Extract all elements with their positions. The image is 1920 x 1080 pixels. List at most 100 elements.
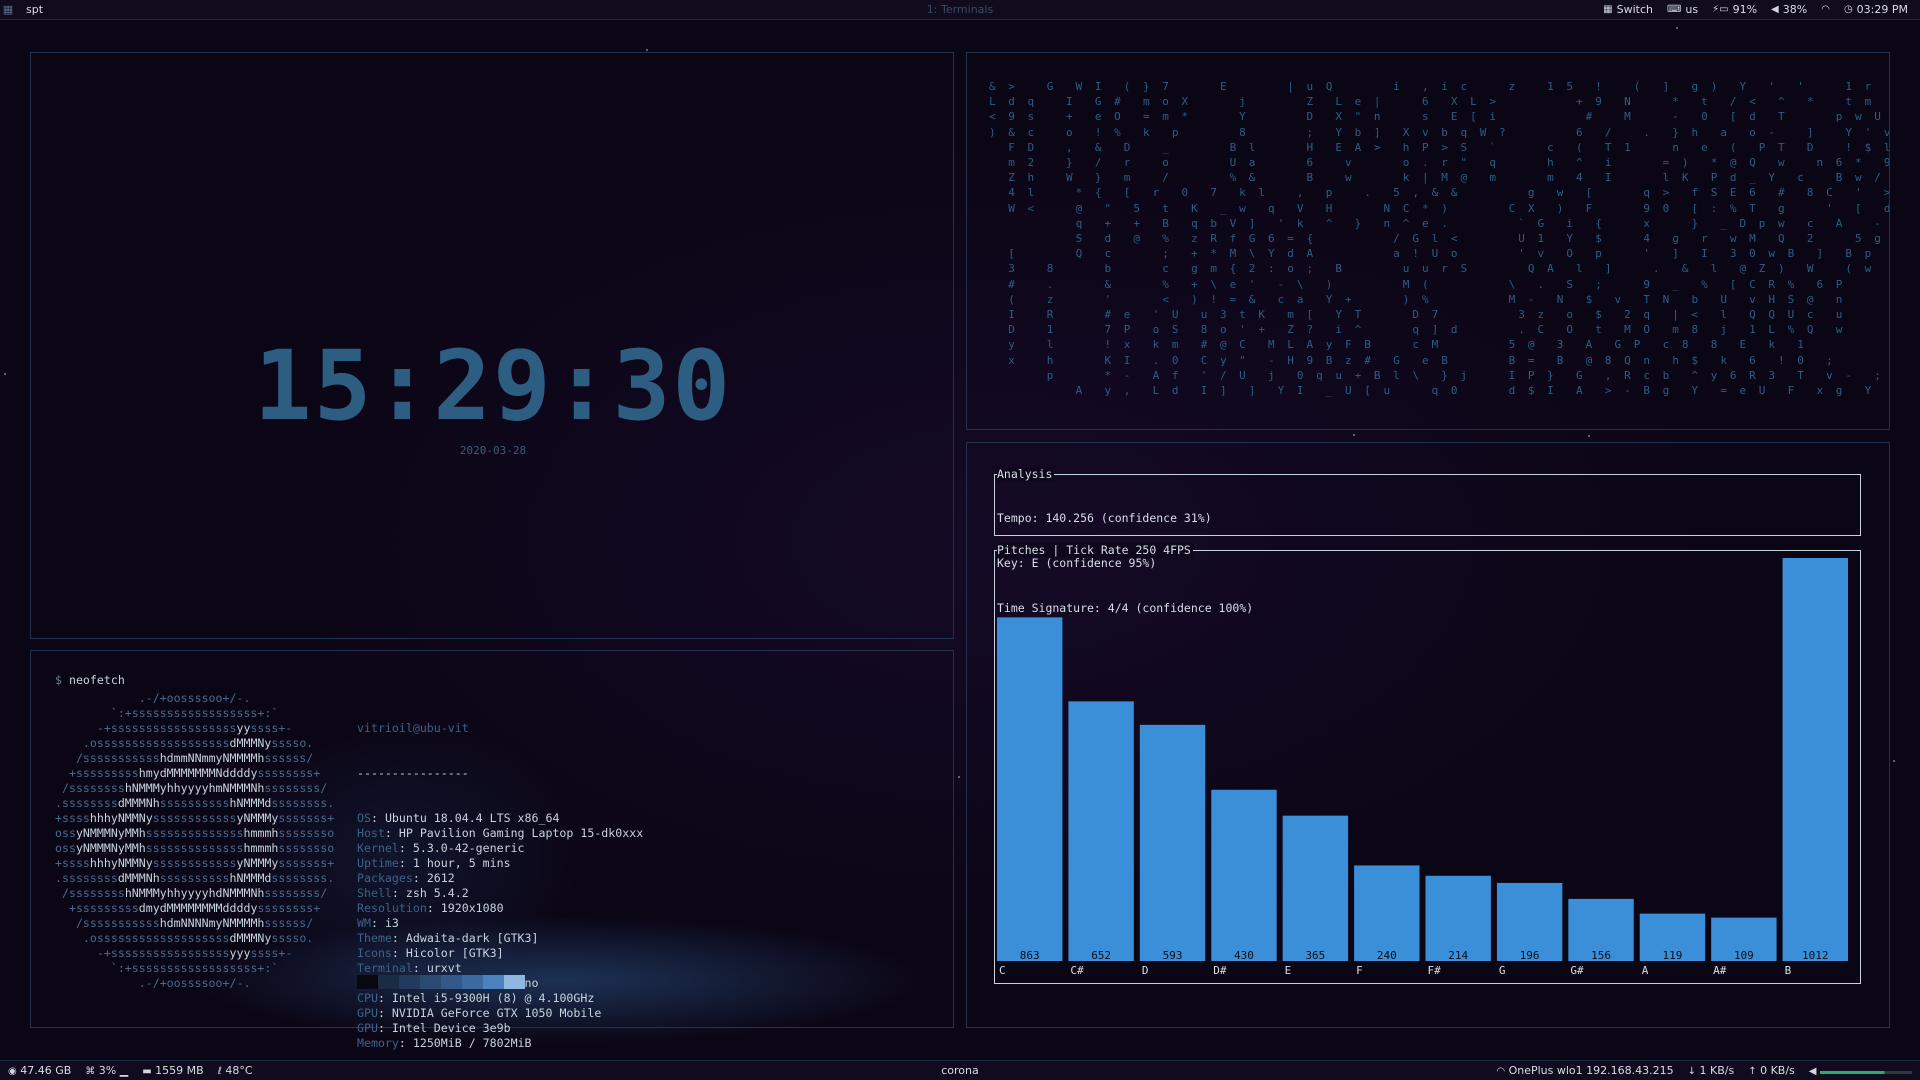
matrix-line: F D , & D _ B l H E A > h P > S ` c ( T …: [989, 140, 1890, 154]
temperature-widget[interactable]: ℓ 48°C: [218, 1064, 253, 1077]
logo-line: -+sssssssssssssssssyyyssss+-: [55, 946, 293, 960]
pitch-value-label: 1012: [1802, 949, 1829, 962]
pitch-bar-E: [1282, 815, 1349, 961]
matrix-line: y l ! x k m # @ C M L A y F B c M 5 @ 3 …: [989, 338, 1807, 352]
info-colon: :: [412, 871, 427, 885]
memory-icon: ▬: [142, 1066, 152, 1077]
analysis-title: Analysis: [997, 467, 1055, 482]
network-widget[interactable]: ◠ OnePlus wlo1 192.168.43.215: [1496, 1064, 1673, 1077]
disk-widget[interactable]: ◉ 47.46 GB: [8, 1064, 71, 1077]
pitch-category-label: G#: [1570, 964, 1584, 977]
palette-swatch: [357, 975, 378, 989]
workspace-icon[interactable]: ▦: [0, 3, 16, 16]
info-colon: :: [377, 1021, 392, 1035]
clock-icon: ◷: [1843, 4, 1853, 15]
logo-line: /sssssssshNMMMyhhyyyyhdNMMMNhssssssss/: [55, 886, 328, 900]
info-row: OS: Ubuntu 18.04.4 LTS x86_64: [357, 811, 643, 826]
spotify-tui-window[interactable]: Analysis Tempo: 140.256 (confidence 31%)…: [966, 442, 1890, 1028]
info-colon: :: [412, 961, 427, 975]
info-separator: ----------------: [357, 766, 469, 780]
matrix-line: D 1 7 P o S 8 o ' + Z ? i ^ q ] d . C O …: [989, 323, 1846, 337]
pitch-value-label: 430: [1234, 949, 1254, 962]
info-colon: :: [377, 991, 392, 1005]
battery-icon: ⚡▭: [1712, 4, 1729, 15]
matrix-line: Z h W } m / % & B w k | M @ m m 4 I l K …: [989, 171, 1890, 185]
info-value: 5.3.0-42-generic: [412, 841, 525, 855]
info-key: GPU: [357, 1021, 378, 1035]
arrow-up-icon: ↑: [1748, 1066, 1757, 1077]
matrix-line: < 9 s + e O = m * Y D X " n s E [ i # M …: [989, 110, 1890, 124]
matrix-rain: & > G W I ( } 7 E | u Q i , i c z 1 5 ! …: [989, 79, 1890, 398]
pitch-value-label: 156: [1591, 949, 1611, 962]
info-colon: :: [377, 1006, 392, 1020]
matrix-line: 4 l * { [ r 0 7 k l , p . 5 , & & g w [ …: [989, 186, 1890, 200]
thermometer-icon: ℓ: [217, 1066, 222, 1077]
pitch-category-label: G: [1499, 964, 1506, 977]
matrix-line: q + + B q b V ] ' k ^ } n ^ e . ` G i { …: [989, 216, 1890, 230]
clock-widget[interactable]: ◷ 03:29 PM: [1844, 3, 1908, 16]
clock-terminal-window[interactable]: 15:29:30 2020-03-28: [30, 52, 954, 639]
info-colon: :: [391, 886, 406, 900]
info-value: HP Pavilion Gaming Laptop 15-dk0xxx: [398, 826, 644, 840]
matrix-line: S d @ % z R f G 6 = { / G l < U 1 Y $ 4 …: [989, 232, 1890, 246]
pitch-category-label: C#: [1070, 964, 1084, 977]
pitch-value-label: 593: [1163, 949, 1183, 962]
info-colon: :: [370, 916, 385, 930]
info-row: Theme: Adwaita-dark [GTK3]: [357, 931, 643, 946]
pitch-category-label: A: [1642, 964, 1649, 977]
pitch-category-label: B: [1785, 964, 1792, 977]
info-key: Theme: [357, 931, 392, 945]
workspace-name[interactable]: spt: [26, 3, 43, 16]
keyboard-layout-widget[interactable]: ⌨ us: [1667, 3, 1698, 16]
pitch-value-label: 109: [1734, 949, 1754, 962]
info-key: Icons: [357, 946, 392, 960]
cpu-graph-icon: ▁: [119, 1064, 129, 1077]
star: [1588, 435, 1590, 437]
clock-date: 2020-03-28: [459, 444, 527, 457]
info-colon: :: [398, 1036, 413, 1050]
info-colon: :: [370, 811, 385, 825]
pitch-bar-D#: [1211, 789, 1277, 961]
wifi-widget[interactable]: ◠: [1821, 3, 1830, 16]
matrix-line: m 2 } / r o U a 6 v o . r " q h ^ i = ) …: [989, 156, 1890, 170]
neofetch-terminal-window[interactable]: $ neofetch .-/+oossssoo+/-. `:+sssssssss…: [30, 650, 954, 1050]
palette-swatch: [399, 975, 420, 989]
prompt-symbol: $: [55, 673, 62, 687]
switch-widget[interactable]: ▦ Switch: [1603, 3, 1653, 16]
analysis-panel: Analysis Tempo: 140.256 (confidence 31%)…: [994, 467, 1861, 615]
cpu-icon: ⌘: [85, 1066, 96, 1077]
palette-swatch: [420, 975, 441, 989]
volume-slider[interactable]: [1820, 1071, 1912, 1074]
arrow-down-icon: ↓: [1687, 1066, 1696, 1077]
battery-widget[interactable]: ⚡▭ 91%: [1712, 3, 1757, 16]
matrix-line: ( z ' < ) ! = & c a Y + ) % M - N $ v T …: [989, 292, 1846, 306]
matrix-line: W < @ " 5 t K _ w q V H N C * ) C X ) F …: [989, 201, 1890, 215]
pitch-category-label: F#: [1428, 964, 1442, 977]
ubuntu-ascii-logo: .-/+oossssoo+/-. `:+ssssssssssssssssss+:…: [55, 691, 334, 991]
logo-line: /sssssssshNMMMyhhyyyyhmNMMMNhssssssss/: [55, 781, 328, 795]
star: [646, 49, 648, 51]
volume-widget[interactable]: ◀: [1809, 1064, 1912, 1077]
pitch-value-label: 652: [1091, 949, 1111, 962]
logo-line: .ssssssssdMMMNhsssssssssshNMMMdssssssss.: [55, 871, 335, 885]
info-key: Resolution: [357, 901, 427, 915]
user-host: vitrioil@ubu-vit: [357, 721, 469, 735]
info-key: Kernel: [357, 841, 399, 855]
cpu-widget[interactable]: ⌘ 3% ▁: [85, 1064, 128, 1077]
pitch-value-label: 119: [1663, 949, 1683, 962]
info-value: 2612: [426, 871, 455, 885]
system-info: vitrioil@ubu-vit ---------------- OS: Ub…: [357, 691, 643, 1080]
palette-swatch: [504, 975, 525, 989]
memory-widget[interactable]: ▬ 1559 MB: [142, 1064, 203, 1077]
matrix-line: A y , L d I ] ] Y I _ U [ u q 0 d $ I A …: [989, 384, 1875, 398]
info-colon: :: [384, 826, 399, 840]
cmatrix-terminal-window[interactable]: & > G W I ( } 7 E | u Q i , i c z 1 5 ! …: [966, 52, 1890, 430]
info-value: Ubuntu 18.04.4 LTS x86_64: [384, 811, 560, 825]
matrix-line: I R # e ' U u 3 t K m [ Y T D 7 3 z o $ …: [989, 308, 1846, 322]
shell-prompt: $ neofetch: [55, 673, 125, 688]
info-value: zsh 5.4.2: [405, 886, 469, 900]
info-row: WM: i3: [357, 916, 643, 931]
logo-line: `:+ssssssssssssssssss+:`: [55, 961, 279, 975]
star: [958, 776, 960, 778]
volume-widget[interactable]: ◀ 38%: [1771, 3, 1807, 16]
